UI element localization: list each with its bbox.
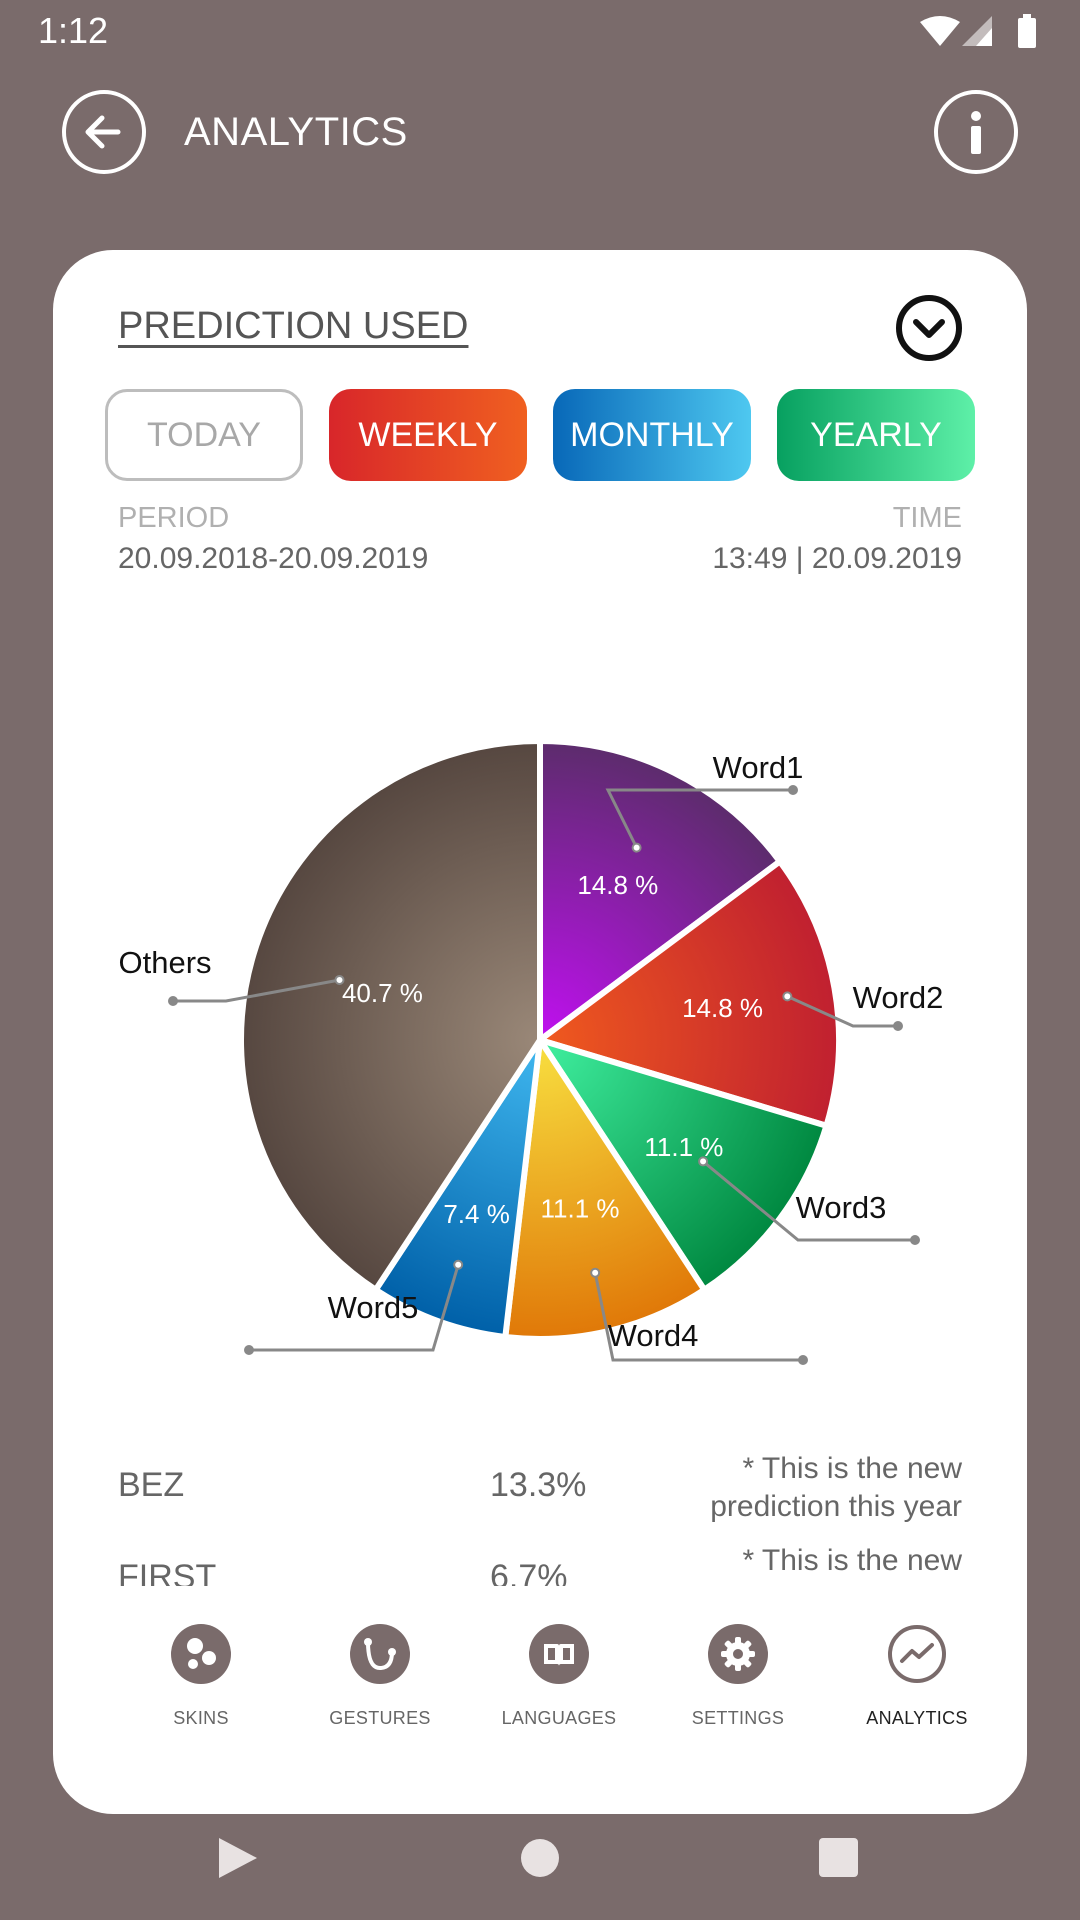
page-title: ANALYTICS (184, 110, 408, 154)
period-value: 20.09.2018-20.09.2019 (118, 542, 429, 575)
analytics-card: PREDICTION USED TODAY WEEKLY MONTHLY YEA… (53, 250, 1027, 1814)
slice-category-label: Others (118, 945, 211, 980)
analytics-icon (888, 1625, 946, 1683)
list-item[interactable]: BEZ 13.3% * This is the new prediction t… (53, 1450, 1027, 1540)
tab-monthly[interactable]: MONTHLY (553, 389, 751, 481)
period-tabs: TODAY WEEKLY MONTHLY YEARLY (105, 389, 975, 481)
nav-item-analytics[interactable]: ANALYTICS (842, 1618, 992, 1758)
dropdown-button[interactable] (896, 295, 962, 361)
tab-yearly[interactable]: YEARLY (777, 389, 975, 481)
stat-name: BEZ (118, 1466, 185, 1504)
slice-value-label: 11.1 % (540, 1194, 619, 1224)
slice-value-label: 14.8 % (682, 993, 763, 1023)
leader-dot (893, 1021, 903, 1031)
leader-dot (334, 974, 345, 985)
leader-dot (590, 1267, 601, 1278)
leader-dot (698, 1156, 709, 1167)
arrow-left-icon (85, 115, 121, 149)
nav-item-skins[interactable]: SKINS (126, 1618, 276, 1758)
system-nav-bar (0, 1820, 1080, 1900)
nav-item-settings[interactable]: SETTINGS (663, 1618, 813, 1758)
slice-category-label: Word5 (328, 1290, 419, 1325)
nav-label: LANGUAGES (501, 1708, 617, 1728)
bottom-nav: SKINS GESTURES LANGUAGES SETTINGS ANALYT… (53, 1618, 1027, 1768)
leader-dot (782, 991, 793, 1002)
battery-icon (1018, 18, 1036, 48)
slice-category-label: Word3 (796, 1190, 887, 1225)
languages-icon (529, 1624, 589, 1684)
nav-label: GESTURES (329, 1708, 431, 1728)
leader-dot (631, 842, 642, 853)
time-label: TIME (892, 502, 962, 534)
wifi-icon (920, 16, 960, 46)
leader-dot (244, 1345, 254, 1355)
nav-label: SKINS (173, 1708, 229, 1728)
leader-dot (453, 1259, 464, 1270)
stat-note: * This is the new prediction this year (710, 1544, 962, 1586)
settings-icon (708, 1624, 768, 1684)
nav-item-gestures[interactable]: GESTURES (305, 1618, 455, 1758)
stat-value: 13.3% (490, 1466, 587, 1504)
leader-dot (910, 1235, 920, 1245)
slice-category-label: Word2 (853, 980, 944, 1015)
leader-dot (168, 996, 178, 1006)
tab-today[interactable]: TODAY (105, 389, 303, 481)
stats-list: BEZ 13.3% * This is the new prediction t… (53, 1450, 1027, 1586)
app-bar: ANALYTICS (0, 80, 1080, 190)
time-value: 13:49 | 20.09.2019 (712, 542, 962, 575)
slice-value-label: 7.4 % (443, 1199, 510, 1229)
status-icons (920, 14, 1036, 48)
pie-chart: 14.8 % Word1 14.8 % Word2 11.1 % Word3 11.1 % W… (118, 738, 944, 1365)
slice-value-label: 14.8 % (577, 870, 658, 900)
skins-icon (171, 1624, 231, 1684)
nav-item-languages[interactable]: LANGUAGES (484, 1618, 634, 1758)
recents-square-icon[interactable] (819, 1838, 858, 1877)
slice-category-label: Word1 (713, 750, 804, 785)
leader-dot (798, 1355, 808, 1365)
period-label: PERIOD (118, 502, 230, 534)
stat-name: FIRST (118, 1558, 217, 1586)
nav-label: SETTINGS (691, 1708, 785, 1728)
home-circle-icon[interactable] (521, 1839, 559, 1877)
status-time: 1:12 (38, 10, 109, 51)
slice-value-label: 40.7 % (342, 978, 423, 1008)
nav-label: ANALYTICS (866, 1708, 968, 1728)
slice-category-label: Word4 (608, 1318, 699, 1353)
info-icon (971, 111, 981, 154)
gestures-icon (350, 1624, 410, 1684)
tab-weekly[interactable]: WEEKLY (329, 389, 527, 481)
back-triangle-icon[interactable] (219, 1838, 257, 1878)
section-title: PREDICTION USED (118, 305, 469, 347)
stat-note: * This is the new prediction this year (710, 1452, 962, 1523)
leader-dot (788, 785, 798, 795)
stat-value: 6.7% (490, 1558, 568, 1586)
info-button[interactable] (934, 90, 1018, 174)
back-button[interactable] (62, 90, 146, 174)
status-bar: 1:12 (0, 0, 1080, 64)
list-item[interactable]: FIRST 6.7% * This is the new prediction … (53, 1542, 1027, 1586)
slice-value-label: 11.1 % (644, 1132, 723, 1162)
chevron-down-icon (913, 319, 945, 338)
